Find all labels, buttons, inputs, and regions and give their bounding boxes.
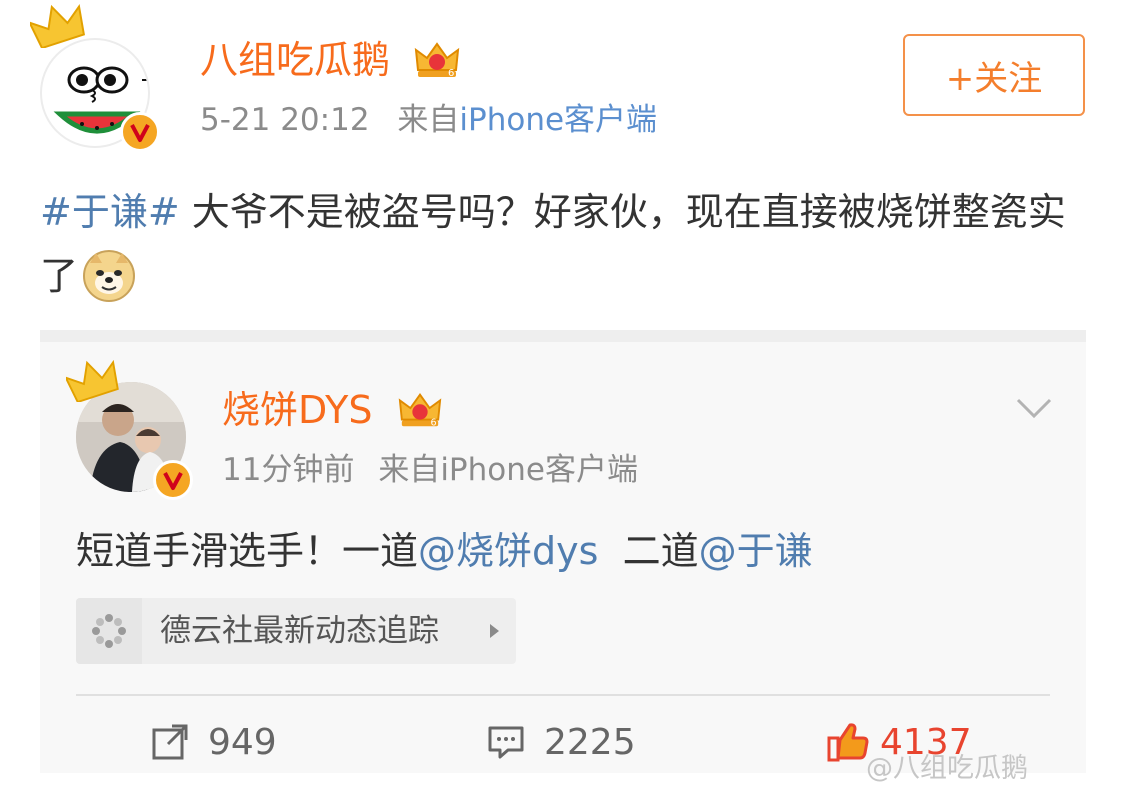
weibo-watermark: @八组吃瓜鹅 <box>866 753 1028 784</box>
topic-label: 德云社最新动态追踪 <box>160 613 439 649</box>
comment-count: 2225 <box>544 721 636 763</box>
loading-spinner-icon <box>92 614 126 648</box>
svg-text:6: 6 <box>431 417 437 428</box>
repost-divider <box>40 330 1086 342</box>
comment-icon <box>488 726 524 759</box>
source-link[interactable]: iPhone客户端 <box>440 452 638 488</box>
post-meta: 5-21 20:12 来自iPhone客户端 <box>200 100 657 140</box>
author-name[interactable]: 八组吃瓜鹅 <box>200 36 390 84</box>
follow-button[interactable]: +关注 <box>903 34 1085 116</box>
repost-text-1: 短道手滑选手！一道 <box>76 529 419 573</box>
verified-v-badge-icon <box>153 460 193 500</box>
source-prefix: 来自 <box>397 102 460 138</box>
forward-button[interactable]: 949 <box>150 714 277 770</box>
repost-text-2: 二道 <box>598 529 699 573</box>
chevron-down-icon[interactable] <box>1014 394 1054 422</box>
repost-meta: 11分钟前 来自iPhone客户端 <box>222 450 638 490</box>
svg-text:6: 6 <box>448 68 454 79</box>
source-prefix: 来自 <box>378 452 441 488</box>
thumbs-up-icon <box>827 723 869 762</box>
post-body-text: 大爷不是被盗号吗？好家伙，现在直接被烧饼整瓷实了 <box>40 190 1066 298</box>
crown-icon <box>30 4 86 48</box>
play-arrow-icon <box>490 624 499 638</box>
mention-link[interactable]: @于谦 <box>699 529 813 573</box>
comment-button[interactable]: 2225 <box>486 714 636 770</box>
share-icon <box>152 724 188 760</box>
hashtag-link[interactable]: #于谦# <box>40 190 180 234</box>
topic-card[interactable]: 德云社最新动态追踪 <box>76 598 516 664</box>
mention-link[interactable]: @烧饼dys <box>418 529 598 573</box>
forward-count: 949 <box>208 721 277 763</box>
action-divider <box>76 694 1050 696</box>
repost-time: 11分钟前 <box>222 452 355 488</box>
topic-icon-box <box>76 598 142 664</box>
crown-icon <box>66 359 119 402</box>
vip-member-crown-icon[interactable]: 6 <box>398 390 442 430</box>
verified-v-badge-icon <box>120 112 160 152</box>
repost-content: 短道手滑选手！一道@烧饼dys 二道@于谦 <box>76 523 813 579</box>
vip-member-crown-icon[interactable]: 6 <box>414 40 460 80</box>
repost-author-name[interactable]: 烧饼DYS <box>222 386 373 434</box>
doge-emoji-icon <box>83 250 136 302</box>
post-time: 5-21 20:12 <box>200 102 370 138</box>
source-link[interactable]: iPhone客户端 <box>459 102 657 138</box>
post-content: #于谦# 大爷不是被盗号吗？好家伙，现在直接被烧饼整瓷实了 <box>40 180 1085 308</box>
